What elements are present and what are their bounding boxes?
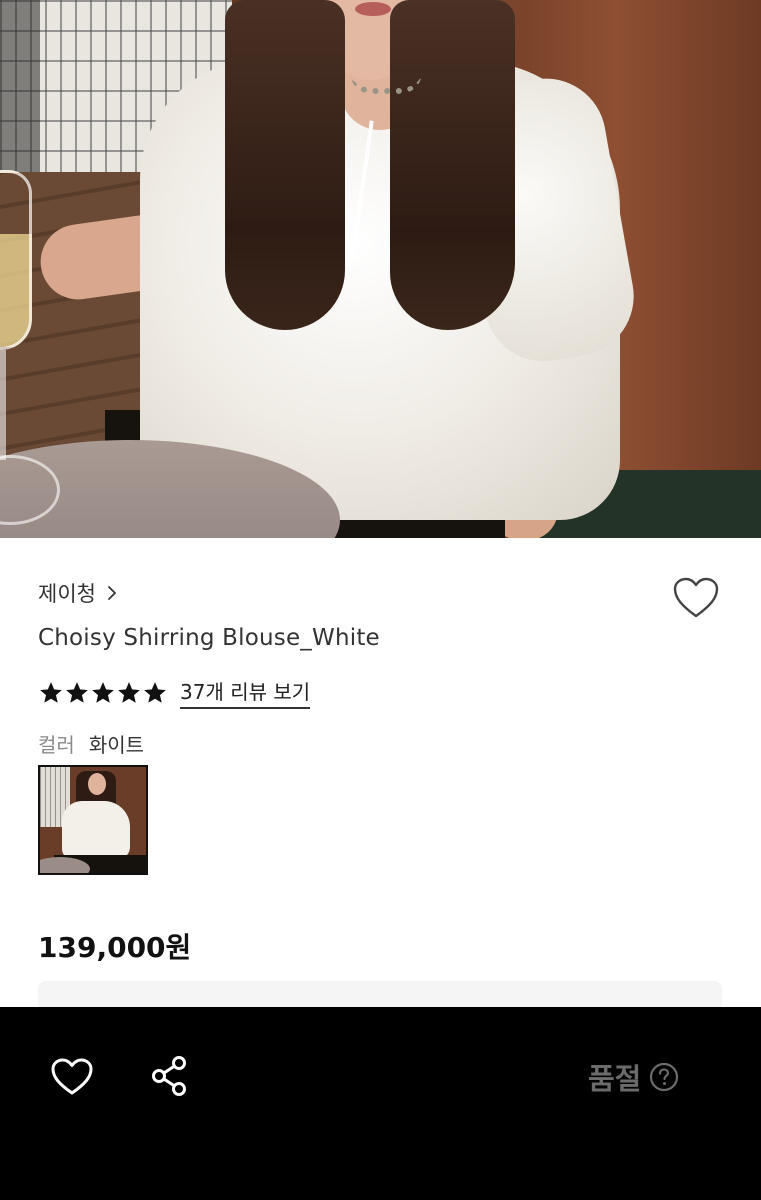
hero-model-necklace <box>350 72 422 94</box>
chevron-right-icon <box>108 586 116 600</box>
heart-outline-icon[interactable] <box>50 1057 94 1097</box>
sold-out-label: 품절 <box>588 1062 642 1096</box>
hero-model-hair-left <box>225 0 345 330</box>
star-icon <box>40 681 62 703</box>
review-link[interactable]: 37개 리뷰 보기 <box>180 676 311 709</box>
heart-outline-icon[interactable] <box>672 576 720 620</box>
question-circle-icon[interactable] <box>649 1062 679 1092</box>
product-title: Choisy Shirring Blouse_White <box>38 625 380 651</box>
bottom-action-bar: 품절 <box>0 1007 761 1200</box>
color-label: 컬러 <box>38 733 75 757</box>
rating-row: 37개 리뷰 보기 <box>38 676 311 709</box>
brand-name: 제이청 <box>38 582 96 606</box>
swatch-blouse <box>62 801 130 859</box>
hero-model-lips <box>355 2 391 16</box>
color-swatch-thumbnail[interactable] <box>38 765 148 875</box>
sold-out-status: 품절 <box>588 1056 679 1098</box>
hero-tile-shadow <box>0 0 40 172</box>
hero-model-hair-right <box>390 0 515 330</box>
star-icon <box>66 681 88 703</box>
swatch-face <box>88 773 106 795</box>
brand-link[interactable]: 제이청 <box>38 578 120 608</box>
hero-wine-glass <box>0 170 32 350</box>
product-price: 139,000원 <box>38 931 192 964</box>
star-icon <box>118 681 140 703</box>
star-icon <box>144 681 166 703</box>
color-row: 컬러 화이트 <box>38 729 144 758</box>
hero-wine-glass-stem <box>0 350 6 460</box>
product-hero-image <box>0 0 761 538</box>
star-rating <box>38 680 168 706</box>
share-icon[interactable] <box>150 1055 190 1097</box>
color-value: 화이트 <box>88 733 145 757</box>
star-icon <box>92 681 114 703</box>
